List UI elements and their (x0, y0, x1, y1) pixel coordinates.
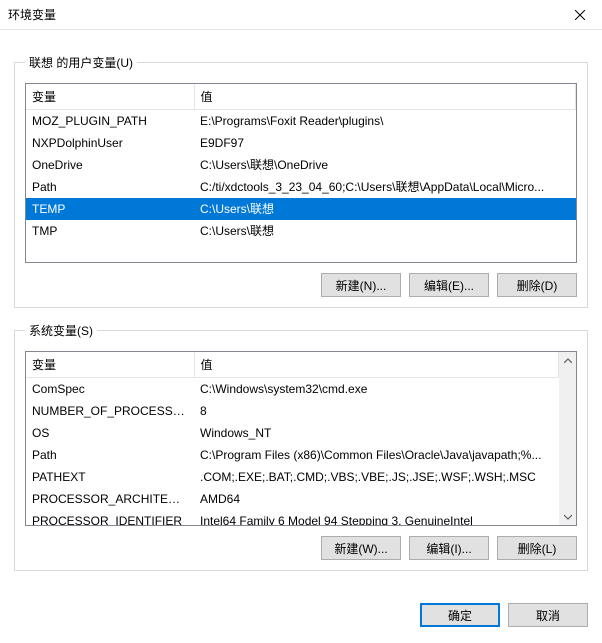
table-row[interactable]: PROCESSOR_IDENTIFIERIntel64 Family 6 Mod… (26, 510, 559, 526)
scroll-up-icon[interactable] (559, 352, 576, 369)
user-col-header-variable[interactable]: 变量 (26, 84, 194, 110)
user-button-row: 新建(N)... 编辑(E)... 删除(D) (25, 273, 577, 297)
table-row[interactable]: MOZ_PLUGIN_PATHE:\Programs\Foxit Reader\… (26, 110, 576, 133)
variable-name-cell: Path (26, 176, 194, 198)
variable-name-cell: ComSpec (26, 378, 194, 401)
user-new-button[interactable]: 新建(N)... (321, 273, 401, 297)
variable-value-cell: C:\Users\联想 (194, 198, 576, 220)
table-row[interactable]: PROCESSOR_ARCHITECT...AMD64 (26, 488, 559, 510)
system-col-header-value[interactable]: 值 (194, 352, 559, 378)
variable-name-cell: OneDrive (26, 154, 194, 176)
system-delete-button[interactable]: 删除(L) (497, 536, 577, 560)
variable-value-cell: C:\Windows\system32\cmd.exe (194, 378, 559, 401)
table-row[interactable]: NUMBER_OF_PROCESSORS8 (26, 400, 559, 422)
variable-value-cell: Windows_NT (194, 422, 559, 444)
user-variables-table[interactable]: 变量 值 MOZ_PLUGIN_PATHE:\Programs\Foxit Re… (25, 83, 577, 263)
ok-button[interactable]: 确定 (420, 603, 500, 627)
scroll-down-icon[interactable] (559, 508, 576, 525)
titlebar: 环境变量 (0, 0, 602, 30)
table-row[interactable]: PathC:\Program Files (x86)\Common Files\… (26, 444, 559, 466)
system-new-button[interactable]: 新建(W)... (321, 536, 401, 560)
variable-name-cell: PATHEXT (26, 466, 194, 488)
table-row[interactable]: TMPC:\Users\联想 (26, 220, 576, 242)
close-icon (575, 10, 585, 20)
variable-value-cell: 8 (194, 400, 559, 422)
variable-value-cell: .COM;.EXE;.BAT;.CMD;.VBS;.VBE;.JS;.JSE;.… (194, 466, 559, 488)
system-edit-button[interactable]: 编辑(I)... (409, 536, 489, 560)
variable-value-cell: C:\Users\联想\OneDrive (194, 154, 576, 176)
variable-name-cell: MOZ_PLUGIN_PATH (26, 110, 194, 133)
variable-value-cell: E:\Programs\Foxit Reader\plugins\ (194, 110, 576, 133)
variable-name-cell: TEMP (26, 198, 194, 220)
variable-name-cell: PROCESSOR_IDENTIFIER (26, 510, 194, 526)
user-variables-group: 联想 的用户变量(U) 变量 值 MOZ_PLUGIN_PATHE:\Progr… (14, 54, 588, 308)
variable-value-cell: C:\Program Files (x86)\Common Files\Orac… (194, 444, 559, 466)
system-variables-group: 系统变量(S) 变量 值 ComSpecC:\Windows\system32\… (14, 322, 588, 571)
user-col-header-value[interactable]: 值 (194, 84, 576, 110)
system-button-row: 新建(W)... 编辑(I)... 删除(L) (25, 536, 577, 560)
close-button[interactable] (557, 0, 602, 30)
variable-value-cell: E9DF97 (194, 132, 576, 154)
cancel-button[interactable]: 取消 (508, 603, 588, 627)
system-variables-legend: 系统变量(S) (25, 322, 97, 339)
variable-name-cell: NXPDolphinUser (26, 132, 194, 154)
variable-name-cell: NUMBER_OF_PROCESSORS (26, 400, 194, 422)
table-row[interactable]: PathC:/ti/xdctools_3_23_04_60;C:\Users\联… (26, 176, 576, 198)
variable-value-cell: C:/ti/xdctools_3_23_04_60;C:\Users\联想\Ap… (194, 176, 576, 198)
variable-name-cell: Path (26, 444, 194, 466)
variable-name-cell: TMP (26, 220, 194, 242)
table-row[interactable]: PATHEXT.COM;.EXE;.BAT;.CMD;.VBS;.VBE;.JS… (26, 466, 559, 488)
table-row[interactable]: ComSpecC:\Windows\system32\cmd.exe (26, 378, 559, 401)
user-edit-button[interactable]: 编辑(E)... (409, 273, 489, 297)
table-row[interactable]: TEMPC:\Users\联想 (26, 198, 576, 220)
dialog-title: 环境变量 (8, 6, 56, 23)
user-variables-legend: 联想 的用户变量(U) (25, 54, 137, 71)
dialog-button-row: 确定 取消 (0, 585, 602, 637)
system-scrollbar[interactable] (559, 352, 576, 525)
table-row[interactable]: OneDriveC:\Users\联想\OneDrive (26, 154, 576, 176)
system-col-header-variable[interactable]: 变量 (26, 352, 194, 378)
user-delete-button[interactable]: 删除(D) (497, 273, 577, 297)
table-row[interactable]: NXPDolphinUserE9DF97 (26, 132, 576, 154)
table-row[interactable]: OSWindows_NT (26, 422, 559, 444)
variable-name-cell: OS (26, 422, 194, 444)
variable-value-cell: Intel64 Family 6 Model 94 Stepping 3, Ge… (194, 510, 559, 526)
variable-value-cell: C:\Users\联想 (194, 220, 576, 242)
variable-value-cell: AMD64 (194, 488, 559, 510)
variable-name-cell: PROCESSOR_ARCHITECT... (26, 488, 194, 510)
system-variables-table[interactable]: 变量 值 ComSpecC:\Windows\system32\cmd.exeN… (25, 351, 577, 526)
dialog-content: 联想 的用户变量(U) 变量 值 MOZ_PLUGIN_PATHE:\Progr… (0, 30, 602, 585)
